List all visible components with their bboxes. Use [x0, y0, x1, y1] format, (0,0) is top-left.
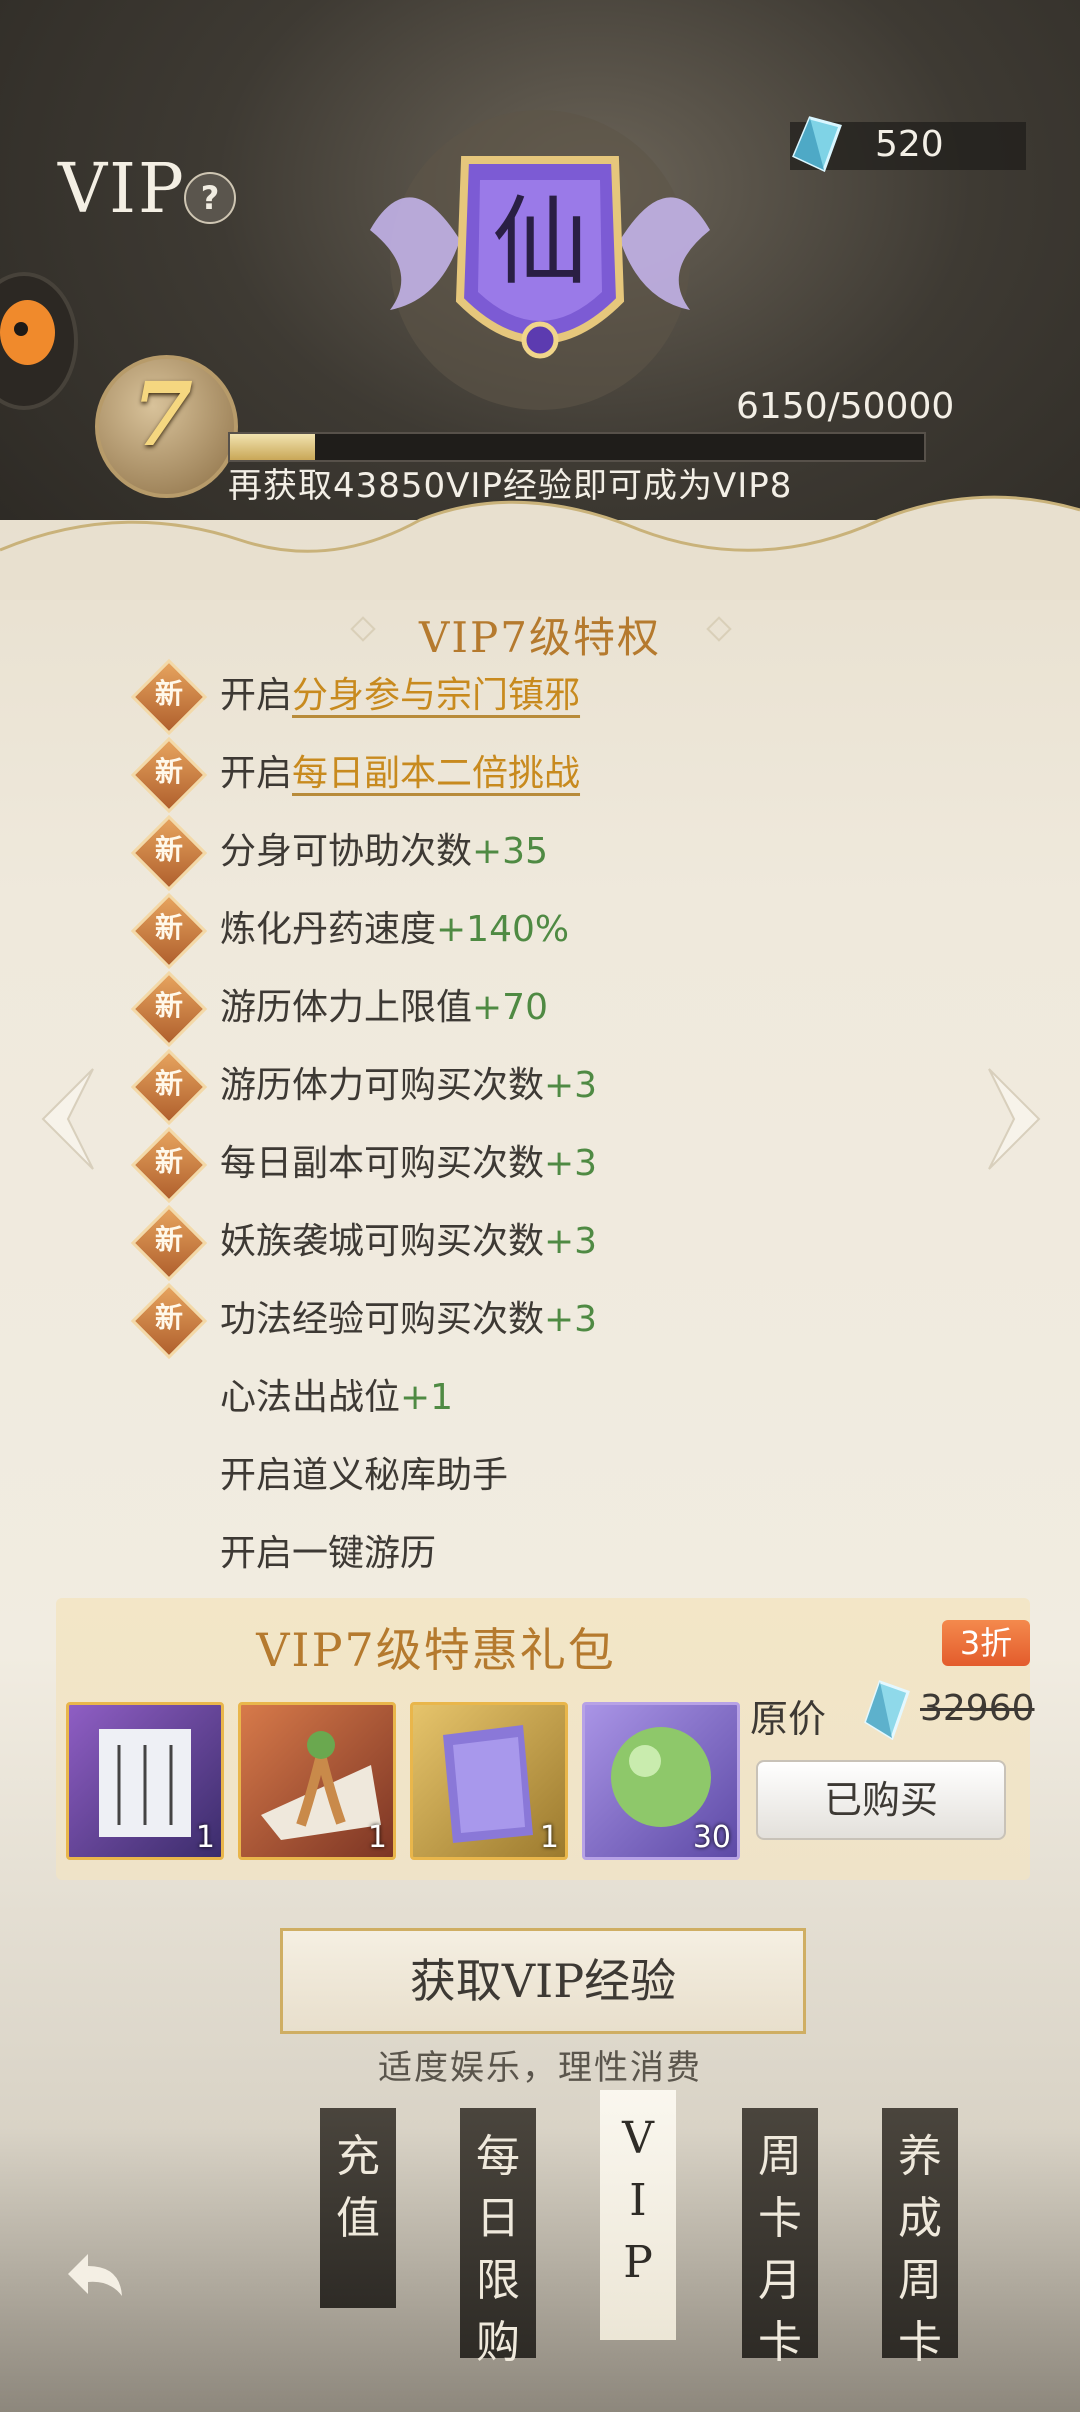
discount-badge: 3折 — [942, 1620, 1030, 1666]
original-price: 32960 — [920, 1688, 1035, 1729]
vip-emblem: 仙 — [370, 110, 710, 410]
xp-progress-fill — [230, 434, 315, 460]
privileges-title: VIP7级特权 — [419, 613, 661, 662]
tagline: 适度娱乐，理性消费 — [378, 2048, 702, 2088]
privilege-label: 游历体力可购买次数+3 — [220, 1056, 597, 1108]
privilege-bonus: +70 — [472, 987, 548, 1028]
spirit-stone-icon — [864, 1680, 910, 1740]
privilege-label: 开启道义秘库助手 — [220, 1446, 508, 1498]
gift-pack-title: VIP7级特惠礼包 — [256, 1623, 616, 1677]
new-badge-label: 新 — [154, 1145, 183, 1178]
privilege-bonus: +3 — [544, 1299, 598, 1340]
tab-5[interactable]: 养成周卡 — [882, 2108, 958, 2368]
privilege-link[interactable]: 分身参与宗门镇邪 — [292, 675, 580, 716]
get-vip-exp-button[interactable]: 获取VIP经验 — [280, 1928, 806, 2034]
privilege-bonus: +1 — [400, 1377, 454, 1418]
privilege-label: 心法出战位+1 — [220, 1368, 453, 1420]
xp-text: 6150/50000 — [736, 386, 955, 427]
purchased-button[interactable]: 已购买 — [756, 1760, 1006, 1840]
privilege-label: 炼化丹药速度+140% — [220, 900, 569, 952]
privilege-text: 每日副本可购买次数 — [220, 1143, 545, 1184]
item-count: 1 — [195, 1820, 215, 1855]
privilege-text: 心法出战位 — [220, 1377, 401, 1418]
new-badge-label: 新 — [154, 911, 183, 944]
privilege-label: 妖族袭城可购买次数+3 — [220, 1212, 597, 1264]
privilege-label: 开启一键游历 — [220, 1524, 436, 1576]
privilege-text: 开启一键游历 — [220, 1533, 437, 1574]
privilege-bonus: +3 — [544, 1065, 598, 1106]
mascot-eye-icon — [14, 322, 28, 336]
page-title: VIP — [58, 150, 186, 229]
privilege-text: 开启 — [220, 675, 293, 716]
item-count: 30 — [692, 1820, 731, 1855]
vip-level-number: 7 — [131, 362, 194, 466]
new-badge-label: 新 — [154, 833, 183, 866]
privilege-label: 开启分身参与宗门镇邪 — [220, 666, 580, 718]
privilege-link[interactable]: 每日副本二倍挑战 — [292, 753, 580, 794]
privilege-text: 妖族袭城可购买次数 — [220, 1221, 545, 1262]
privilege-label: 每日副本可购买次数+3 — [220, 1134, 597, 1186]
new-badge-label: 新 — [154, 1223, 183, 1256]
prev-level-arrow-icon[interactable] — [38, 1064, 98, 1174]
privilege-bonus: +3 — [544, 1221, 598, 1262]
new-badge-label: 新 — [154, 1067, 183, 1100]
privilege-text: 功法经验可购买次数 — [220, 1299, 545, 1340]
gift-item-2[interactable]: 1 — [238, 1702, 396, 1860]
privilege-text: 开启道义秘库助手 — [220, 1455, 509, 1496]
new-badge-label: 新 — [154, 989, 183, 1022]
privilege-text: 游历体力可购买次数 — [220, 1065, 545, 1106]
privilege-bonus: +3 — [544, 1143, 598, 1184]
privilege-text: 分身可协助次数 — [220, 831, 473, 872]
spirit-stone-icon — [792, 116, 842, 172]
gift-item-4[interactable]: 30 — [582, 1702, 740, 1860]
xp-hint: 再获取43850VIP经验即可成为VIP8 — [228, 466, 793, 506]
privilege-label: 游历体力上限值+70 — [220, 978, 548, 1030]
privilege-text: 开启 — [220, 753, 293, 794]
new-badge-label: 新 — [154, 755, 183, 788]
gift-item-1[interactable]: 1 — [66, 1702, 224, 1860]
item-count: 1 — [367, 1820, 387, 1855]
tab-3[interactable]: VIP — [600, 2090, 676, 2340]
privilege-bonus: +35 — [472, 831, 548, 872]
new-badge-label: 新 — [154, 677, 183, 710]
privilege-label: 分身可协助次数+35 — [220, 822, 548, 874]
mascot-face-icon — [0, 300, 55, 365]
back-arrow-icon[interactable] — [58, 2246, 130, 2306]
gift-item-3[interactable]: 1 — [410, 1702, 568, 1860]
tab-2[interactable]: 每日限购 — [460, 2108, 536, 2368]
help-icon[interactable]: ? — [184, 172, 236, 224]
currency-amount: 520 — [875, 124, 944, 165]
privilege-text: 炼化丹药速度 — [220, 909, 437, 950]
privilege-text: 游历体力上限值 — [220, 987, 473, 1028]
privilege-label: 功法经验可购买次数+3 — [220, 1290, 597, 1342]
tab-4[interactable]: 周卡月卡 — [742, 2108, 818, 2368]
new-badge-label: 新 — [154, 1301, 183, 1334]
privilege-label: 开启每日副本二倍挑战 — [220, 744, 580, 796]
original-price-label: 原价 — [750, 1697, 827, 1741]
item-count: 1 — [539, 1820, 559, 1855]
next-level-arrow-icon[interactable] — [984, 1064, 1044, 1174]
tab-1[interactable]: 充值 — [320, 2108, 396, 2308]
privilege-bonus: +140% — [436, 909, 570, 950]
emblem-character: 仙 — [492, 186, 588, 298]
